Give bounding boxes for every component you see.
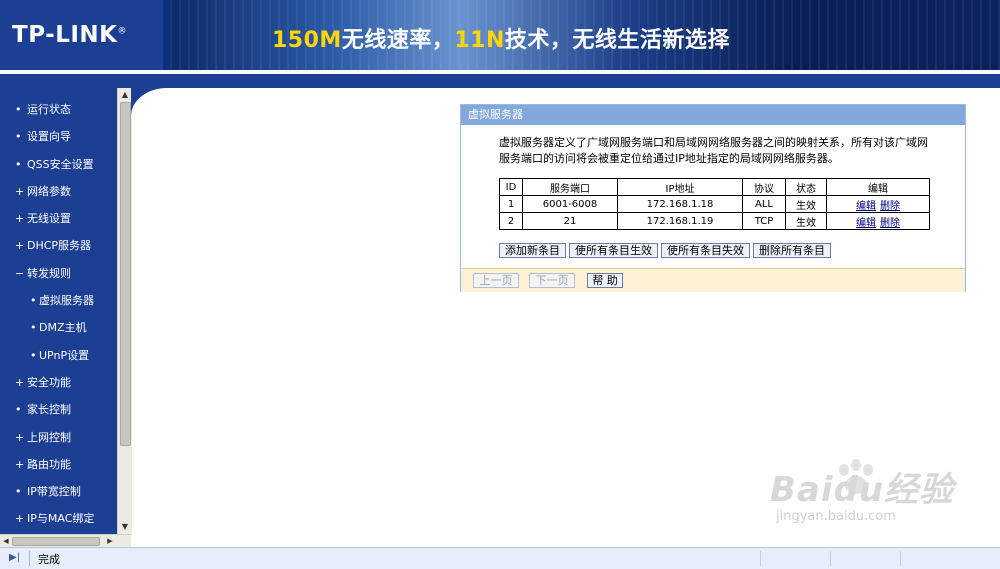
edit-link[interactable]: 编辑 — [856, 201, 876, 212]
browser-status-bar: ▶| 完成 — [0, 547, 1000, 569]
sidebar-item[interactable]: + 安全功能 — [0, 369, 117, 396]
bullet-icon: • — [15, 157, 22, 171]
bullet-icon: • — [15, 130, 22, 144]
expand-icon: + — [15, 457, 25, 471]
sidebar-item-label: 路由功能 — [27, 457, 71, 471]
panel-footer: 上一页 下一页 帮 助 — [461, 268, 965, 292]
watermark-logo: Baidu经验 — [770, 470, 955, 510]
bullet-icon: • — [15, 403, 22, 417]
expand-icon: + — [15, 512, 25, 526]
sidebar-item-label: IP与MAC绑定 — [27, 512, 95, 526]
sidebar-item-label: 网络参数 — [27, 184, 71, 198]
delete-all-button[interactable]: 删除所有条目 — [753, 243, 831, 258]
scroll-up-arrow-icon[interactable]: ▲ — [118, 88, 132, 102]
bullet-icon: • — [15, 485, 22, 499]
sidebar-item-label: 运行状态 — [27, 103, 71, 116]
scroll-left-arrow-icon[interactable]: ◀ — [0, 535, 12, 547]
sidebar-item-label: UPnP设置 — [39, 348, 90, 362]
col-edit: 编辑 — [826, 178, 930, 196]
sidebar-item[interactable]: • 虚拟服务器 — [0, 287, 117, 314]
sidebar-item[interactable]: • DMZ主机 — [0, 314, 117, 341]
page-status-icon: ▶| — [9, 552, 21, 563]
sidebar-item[interactable]: • QSS安全设置 — [0, 151, 117, 178]
sidebar-item[interactable]: • 运行状态 — [0, 96, 117, 123]
help-button[interactable]: 帮 助 — [587, 273, 623, 288]
col-status: 状态 — [785, 178, 827, 196]
sidebar-item[interactable]: + 无线设置 — [0, 205, 117, 232]
scroll-thumb-horizontal[interactable] — [12, 537, 100, 546]
header-bottom-strip — [0, 74, 1000, 88]
tp-link-logo: TP-LINK® — [12, 22, 127, 48]
action-button-row: 添加新条目 使所有条目生效 使所有条目失效 删除所有条目 — [499, 243, 834, 258]
table-header-row: ID 服务端口 IP地址 协议 状态 编辑 — [499, 178, 930, 196]
sidebar-item[interactable]: + 上网控制 — [0, 424, 117, 451]
delete-link[interactable]: 删除 — [880, 201, 900, 212]
scroll-down-arrow-icon[interactable]: ▼ — [118, 520, 132, 534]
expand-icon: + — [15, 239, 25, 253]
sidebar-item[interactable]: + 网络参数 — [0, 178, 117, 205]
prev-page-button[interactable]: 上一页 — [473, 273, 519, 288]
next-page-button[interactable]: 下一页 — [529, 273, 575, 288]
sidebar-item-label: IP带宽控制 — [27, 485, 81, 499]
sidebar-horizontal-scrollbar[interactable]: ◀ ▶ — [0, 534, 131, 547]
expand-icon: + — [15, 375, 25, 389]
status-text: 完成 — [38, 553, 60, 566]
expand-icon: + — [15, 212, 25, 226]
sidebar-item-label: 无线设置 — [27, 212, 71, 226]
watermark: Baidu经验 jingyan.baidu.com — [770, 462, 954, 524]
disable-all-button[interactable]: 使所有条目失效 — [661, 243, 750, 258]
col-service-port: 服务端口 — [522, 178, 618, 196]
sidebar-vertical-scrollbar[interactable]: ▲ ▼ — [117, 88, 132, 534]
sidebar-item-label: 转发规则 — [27, 266, 71, 280]
col-ip-address: IP地址 — [617, 178, 743, 196]
sidebar-menu: • 运行状态 • 设置向导 • QSS安全设置 + 网络参数 + 无线设置 + DHCP服务器 − 转发规… — [0, 88, 117, 534]
sidebar-item[interactable]: + DHCP服务器 — [0, 232, 117, 259]
sidebar-item[interactable]: • 设置向导 — [0, 123, 117, 150]
panel-title: 虚拟服务器 — [461, 105, 965, 125]
sidebar-item[interactable]: • UPnP设置 — [0, 342, 117, 369]
col-id: ID — [499, 178, 523, 196]
sidebar-item-label: DHCP服务器 — [27, 239, 92, 253]
scroll-right-arrow-icon[interactable]: ▶ — [104, 535, 116, 547]
sidebar-item-label: 上网控制 — [27, 430, 71, 444]
sidebar-item-label: DMZ主机 — [39, 321, 87, 335]
panel-description: 虚拟服务器定义了广域网服务端口和局域网网络服务器之间的映射关系，所有对该广域网 … — [499, 136, 928, 165]
edit-link[interactable]: 编辑 — [856, 218, 876, 229]
bullet-icon: • — [15, 103, 22, 116]
col-protocol: 协议 — [742, 178, 786, 196]
expand-icon: + — [15, 184, 25, 198]
header-banner: 150M无线速率，11N技术，无线生活新选择 — [170, 0, 1000, 70]
sidebar-item-label: 虚拟服务器 — [39, 294, 94, 308]
sidebar-item[interactable]: + 路由功能 — [0, 451, 117, 478]
virtual-server-panel: 虚拟服务器 虚拟服务器定义了广域网服务端口和局域网网络服务器之间的映射关系，所有… — [460, 104, 966, 292]
sidebar-item-label: 家长控制 — [27, 403, 71, 417]
collapse-icon: − — [15, 266, 25, 280]
sidebar-item-label: 安全功能 — [27, 375, 71, 389]
sidebar-item[interactable]: • 家长控制 — [0, 396, 117, 423]
sidebar-item[interactable]: − 转发规则 — [0, 260, 117, 287]
table-row: 2 21 172.168.1.19 TCP 生效 编辑 删除 — [499, 212, 930, 230]
sidebar-item-label: 设置向导 — [27, 130, 71, 144]
expand-icon: + — [15, 430, 25, 444]
virtual-server-table: ID 服务端口 IP地址 协议 状态 编辑 1 6001-6008 172.16… — [499, 178, 930, 230]
sidebar-item-label: QSS安全设置 — [27, 157, 94, 171]
watermark-url: jingyan.baidu.com — [776, 509, 896, 524]
sidebar-item[interactable]: + IP与MAC绑定 — [0, 505, 117, 532]
enable-all-button[interactable]: 使所有条目生效 — [569, 243, 658, 258]
add-entry-button[interactable]: 添加新条目 — [499, 243, 566, 258]
header-bar: TP-LINK® 150M无线速率，11N技术，无线生活新选择 — [0, 0, 1000, 74]
delete-link[interactable]: 删除 — [880, 218, 900, 229]
table-row: 1 6001-6008 172.168.1.18 ALL 生效 编辑 删除 — [499, 195, 930, 213]
sidebar-item[interactable]: • IP带宽控制 — [0, 478, 117, 505]
logo-box: TP-LINK® — [0, 0, 163, 74]
banner-slogan: 150M无线速率，11N技术，无线生活新选择 — [272, 28, 730, 53]
scroll-thumb[interactable] — [120, 102, 131, 446]
